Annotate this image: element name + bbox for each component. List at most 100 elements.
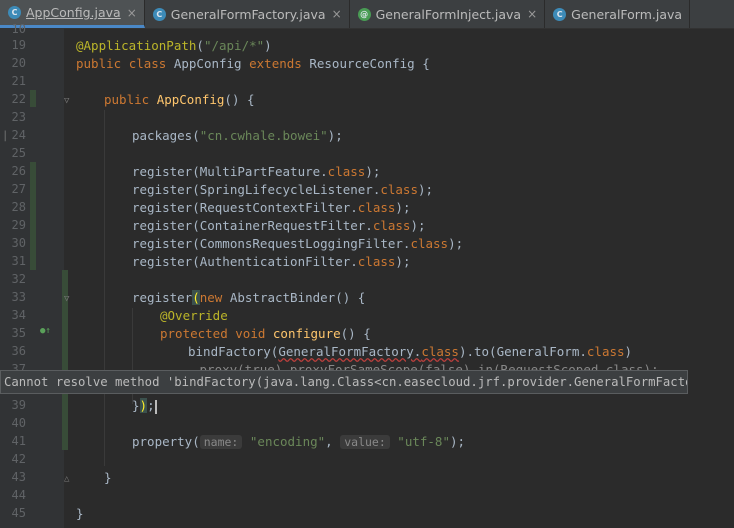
- method-name: AppConfig: [156, 92, 225, 107]
- line-number: 25: [11, 146, 26, 160]
- identifier: ResourceConfig {: [301, 56, 430, 71]
- matched-bracket: ): [139, 398, 148, 413]
- line-number: 27: [11, 182, 26, 196]
- code-line-20: public class AppConfig extends ResourceC…: [76, 55, 430, 73]
- error-highlight: GeneralFormFactory.: [278, 344, 422, 359]
- tab-label: GeneralForm.java: [571, 6, 683, 22]
- keyword: extends: [249, 56, 302, 71]
- close-icon[interactable]: ×: [127, 6, 137, 20]
- editor-tab-bar: C AppConfig.java × C GeneralFormFactory.…: [0, 0, 734, 29]
- punct: );: [395, 254, 411, 269]
- keyword: public: [104, 92, 150, 107]
- identifier: ).to(GeneralForm.: [458, 344, 587, 359]
- code-line-33: register(new AbstractBinder() {: [132, 289, 365, 307]
- line-number: 26: [11, 164, 26, 178]
- identifier: AbstractBinder() {: [222, 290, 366, 305]
- parameter-hint: name:: [199, 435, 243, 449]
- identifier: register: [132, 290, 193, 305]
- line-number: 31: [11, 254, 26, 268]
- annotation: @Override: [160, 308, 228, 323]
- code-line-43: }: [104, 470, 112, 485]
- identifier: bindFactory(: [188, 344, 279, 359]
- identifier: register(MultiPartFeature.: [132, 164, 328, 179]
- keyword: class: [327, 164, 366, 179]
- change-marker: [30, 162, 36, 270]
- punct: ): [624, 344, 633, 359]
- keyword: class: [128, 56, 167, 71]
- line-number: 29: [11, 218, 26, 232]
- code-line-29: register(ContainerRequestFilter.class);: [132, 217, 426, 235]
- identifier: AppConfig: [166, 56, 250, 71]
- parameter-hint: value:: [340, 435, 390, 449]
- code-line-45: }: [76, 506, 84, 521]
- code-line-30: register(CommonsRequestLoggingFilter.cla…: [132, 235, 463, 253]
- line-number: 10: [11, 22, 26, 36]
- punct: );: [449, 434, 466, 449]
- keyword: new: [199, 290, 223, 305]
- paren: (: [196, 38, 204, 53]
- keyword: class: [357, 200, 396, 215]
- matched-bracket: (: [192, 290, 200, 305]
- code-line-34: @Override: [160, 307, 228, 325]
- line-number: 43: [11, 470, 26, 484]
- fold-icon[interactable]: △: [64, 474, 69, 484]
- code-line-22: public AppConfig() {: [104, 91, 255, 109]
- punct: () {: [340, 326, 371, 341]
- line-number: 30: [11, 236, 26, 250]
- tab-generalformfactory[interactable]: C GeneralFormFactory.java ×: [145, 0, 350, 28]
- identifier: register(AuthenticationFilter.: [132, 254, 358, 269]
- code-editor[interactable]: @ApplicationPath("/api/*") public class …: [76, 28, 734, 528]
- punct: ,: [325, 434, 341, 449]
- line-number: 21: [11, 74, 26, 88]
- bookmark-icon: ▕: [0, 132, 6, 142]
- line-number: 19: [11, 38, 26, 52]
- identifier: register(ContainerRequestFilter.: [132, 218, 373, 233]
- tab-generalforminject[interactable]: @ GeneralFormInject.java ×: [350, 0, 546, 28]
- line-number: 41: [11, 434, 26, 448]
- tab-generalform[interactable]: C GeneralForm.java: [545, 0, 691, 28]
- line-number: 45: [11, 506, 26, 520]
- fold-icon[interactable]: ▽: [64, 294, 69, 304]
- method-name: configure: [272, 326, 341, 341]
- string-literal: "utf-8": [397, 434, 450, 449]
- identifier: packages(: [132, 128, 200, 143]
- identifier: register(CommonsRequestLoggingFilter.: [132, 236, 411, 251]
- code-line-24: packages("cn.cwhale.bowei");: [132, 127, 343, 145]
- close-icon[interactable]: ×: [332, 7, 342, 21]
- punct: );: [395, 200, 411, 215]
- code-line-19: @ApplicationPath("/api/*"): [76, 37, 272, 55]
- punct: );: [448, 236, 464, 251]
- line-number: 35: [11, 326, 26, 340]
- punct: );: [327, 128, 343, 143]
- code-line-26: register(MultiPartFeature.class);: [132, 163, 380, 181]
- code-line-28: register(RequestContextFilter.class);: [132, 199, 410, 217]
- tab-label: GeneralFormInject.java: [375, 6, 522, 22]
- line-number: 28: [11, 200, 26, 214]
- override-icon[interactable]: ●↑: [40, 326, 51, 336]
- close-icon[interactable]: ×: [527, 7, 537, 21]
- string-literal: "/api/*": [203, 38, 265, 53]
- keyword: class: [410, 236, 449, 251]
- string-literal: "cn.cwhale.bowei": [199, 128, 328, 143]
- code-line-31: register(AuthenticationFilter.class);: [132, 253, 410, 271]
- punct: () {: [224, 92, 255, 107]
- line-number: 32: [11, 272, 26, 286]
- line-number-gutter[interactable]: 10 19 20 21 22 23 24 25 26 27 28 29 30 3…: [0, 22, 68, 528]
- line-number: 20: [11, 56, 26, 70]
- tab-label: GeneralFormFactory.java: [170, 6, 326, 22]
- class-icon: C: [553, 7, 567, 21]
- tab-label: AppConfig.java: [26, 5, 121, 20]
- line-number: 44: [11, 488, 26, 502]
- punct: );: [365, 164, 381, 179]
- line-number: 36: [11, 344, 26, 358]
- line-number: 39: [11, 398, 26, 412]
- code-line-36: bindFactory(GeneralFormFactory.class).to…: [188, 343, 632, 361]
- keyword: class: [372, 218, 411, 233]
- fold-icon[interactable]: ▽: [64, 96, 69, 106]
- annotation: @ApplicationPath: [76, 38, 197, 53]
- punct: );: [410, 218, 426, 233]
- brace: }: [132, 398, 140, 413]
- paren: ): [264, 38, 272, 53]
- code-line-41: property(name: "encoding", value: "utf-8…: [132, 433, 465, 451]
- keyword: void: [235, 326, 266, 341]
